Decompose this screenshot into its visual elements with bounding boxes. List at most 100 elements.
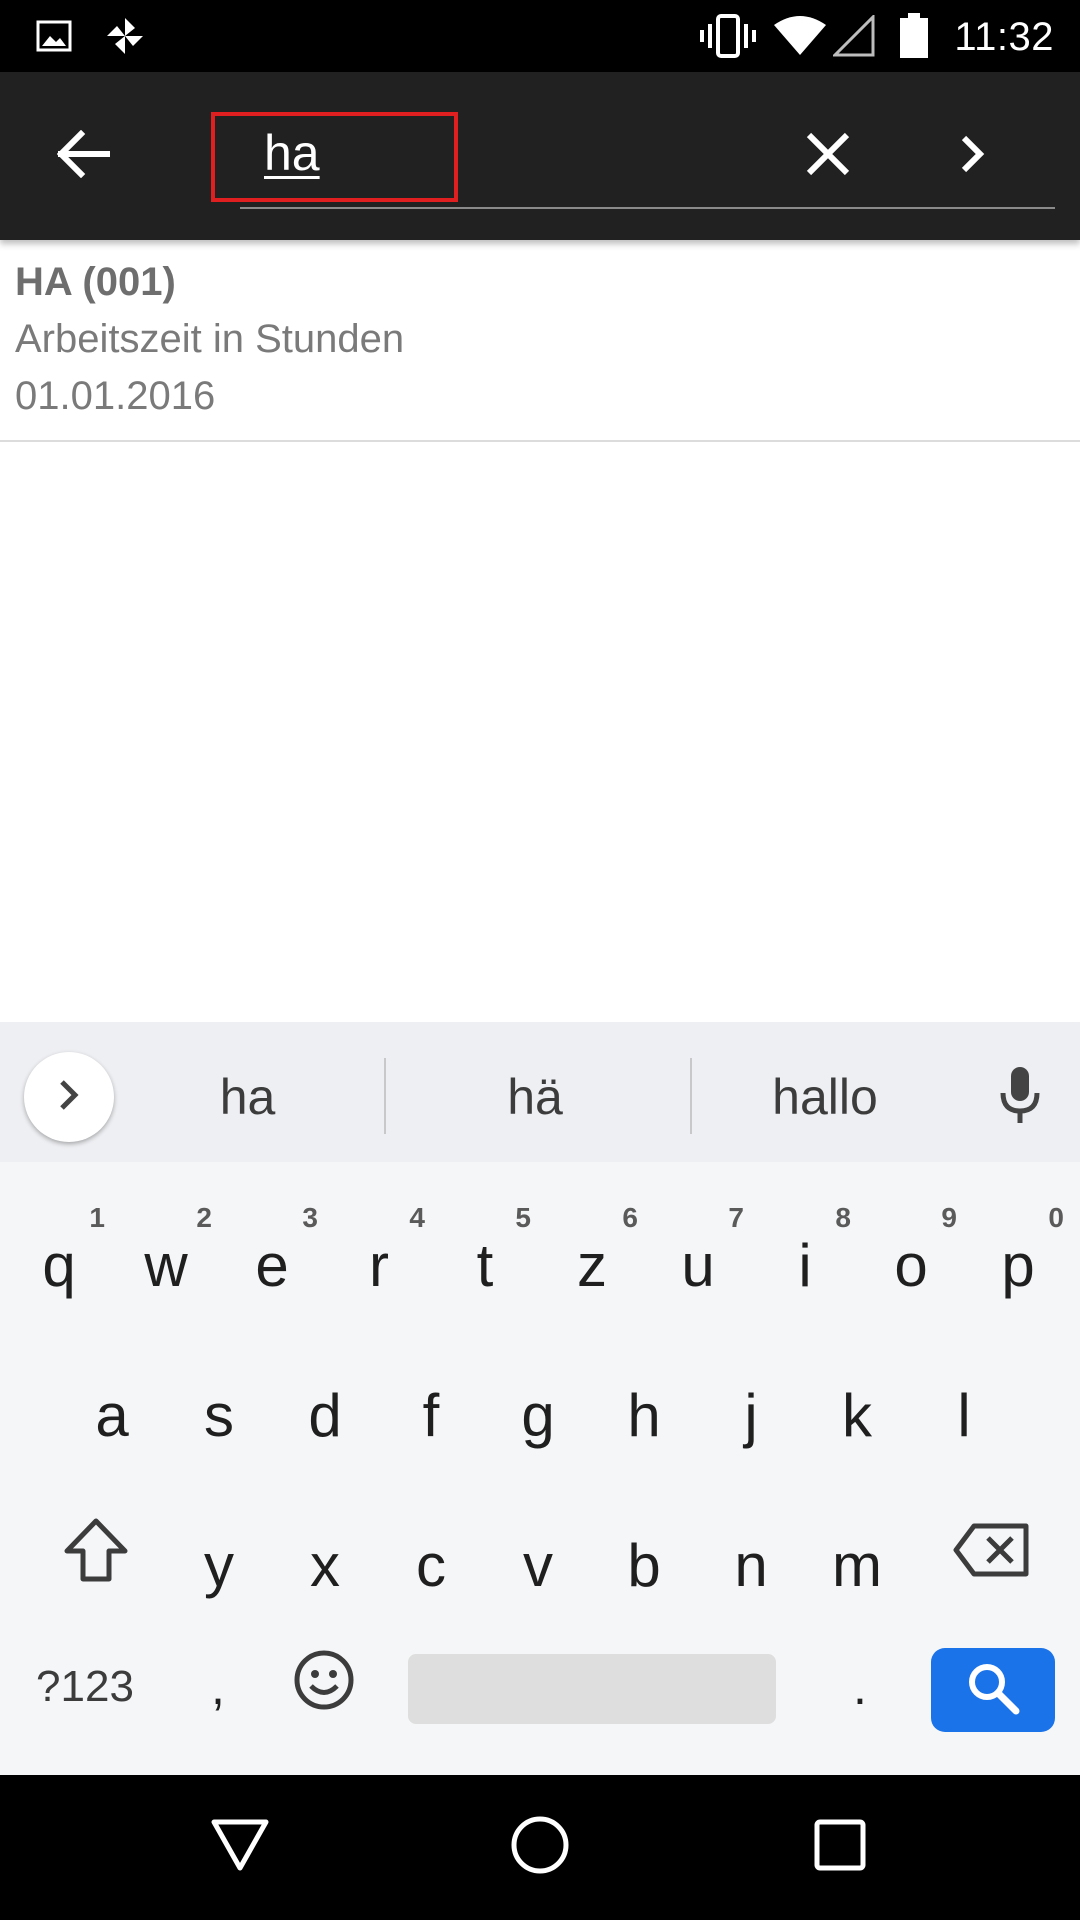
search-highlight-box — [211, 112, 458, 202]
key-char: g — [521, 1381, 555, 1449]
key-char: , — [211, 1659, 225, 1715]
emoji-key[interactable] — [274, 1622, 374, 1752]
space-key[interactable] — [408, 1654, 776, 1724]
key-t[interactable]: 5t — [435, 1192, 535, 1322]
key-hint: 4 — [409, 1202, 425, 1233]
key-char: y — [204, 1531, 234, 1599]
status-time: 11:32 — [954, 15, 1054, 59]
search-icon — [965, 1660, 1021, 1721]
shift-key[interactable] — [36, 1492, 156, 1622]
key-hint: 3 — [302, 1202, 318, 1233]
key-v[interactable]: v — [488, 1492, 588, 1622]
key-char: a — [95, 1381, 129, 1449]
key-char: f — [422, 1381, 440, 1449]
key-hint: 6 — [622, 1202, 638, 1233]
navigation-bar — [0, 1775, 1080, 1920]
symbols-key[interactable]: ?123 — [20, 1622, 150, 1752]
key-l[interactable]: l — [914, 1342, 1014, 1472]
next-button[interactable] — [912, 72, 1032, 240]
key-q[interactable]: 1q — [9, 1192, 109, 1322]
list-item[interactable]: HA (001) Arbeitszeit in Stunden 01.01.20… — [0, 240, 1080, 442]
key-y[interactable]: y — [169, 1492, 269, 1622]
search-action-key[interactable] — [931, 1648, 1055, 1732]
key-char: s — [204, 1381, 234, 1449]
key-x[interactable]: x — [275, 1492, 375, 1622]
suggestion-2[interactable]: hä — [420, 1052, 650, 1142]
cell-signal-icon — [832, 0, 876, 72]
wifi-icon — [772, 0, 828, 72]
result-title: HA (001) — [15, 260, 176, 304]
backspace-icon — [952, 1522, 1032, 1592]
key-char: i — [798, 1231, 812, 1299]
backspace-key[interactable] — [932, 1492, 1052, 1622]
key-hint: 1 — [89, 1202, 105, 1233]
key-b[interactable]: b — [594, 1492, 694, 1622]
key-hint: 5 — [515, 1202, 531, 1233]
key-s[interactable]: s — [169, 1342, 269, 1472]
key-h[interactable]: h — [594, 1342, 694, 1472]
key-char: n — [734, 1531, 768, 1599]
key-u[interactable]: 7u — [648, 1192, 748, 1322]
key-char: e — [255, 1231, 289, 1299]
result-date: 01.01.2016 — [15, 374, 216, 418]
key-a[interactable]: a — [62, 1342, 162, 1472]
vibrate-icon — [698, 0, 758, 72]
key-r[interactable]: 4r — [329, 1192, 429, 1322]
key-char: l — [957, 1381, 971, 1449]
smiley-icon — [293, 1649, 355, 1725]
key-char: c — [416, 1531, 446, 1599]
key-hint: 8 — [835, 1202, 851, 1233]
key-f[interactable]: f — [381, 1342, 481, 1472]
key-n[interactable]: n — [701, 1492, 801, 1622]
key-char: . — [853, 1659, 867, 1715]
key-hint: 9 — [941, 1202, 957, 1233]
key-j[interactable]: j — [701, 1342, 801, 1472]
microphone-icon — [998, 1065, 1042, 1130]
period-key[interactable]: . — [810, 1622, 910, 1752]
shift-arrow-icon — [61, 1517, 131, 1597]
expand-toolbar-button[interactable] — [24, 1052, 114, 1142]
result-subtitle: Arbeitszeit in Stunden — [15, 317, 405, 361]
back-arrow-icon — [56, 129, 111, 183]
key-char: w — [144, 1231, 188, 1299]
chevron-right-icon — [58, 1078, 80, 1117]
key-char: j — [744, 1381, 758, 1449]
key-i[interactable]: 8i — [755, 1192, 855, 1322]
key-d[interactable]: d — [275, 1342, 375, 1472]
key-z[interactable]: 6z — [542, 1192, 642, 1322]
suggestion-strip: ha hä hallo — [0, 1022, 1080, 1162]
key-char: v — [523, 1531, 553, 1599]
comma-key[interactable]: , — [168, 1622, 268, 1752]
key-char: p — [1001, 1231, 1035, 1299]
key-char: k — [842, 1381, 872, 1449]
key-k[interactable]: k — [807, 1342, 907, 1472]
key-m[interactable]: m — [807, 1492, 907, 1622]
nav-back-button[interactable] — [160, 1775, 320, 1920]
suggestion-3[interactable]: hallo — [720, 1052, 930, 1142]
image-icon — [34, 0, 74, 72]
pinwheel-icon — [102, 0, 148, 72]
key-c[interactable]: c — [381, 1492, 481, 1622]
key-char: t — [476, 1231, 494, 1299]
status-bar: 11:32 — [0, 0, 1080, 72]
key-e[interactable]: 3e — [222, 1192, 322, 1322]
key-o[interactable]: 9o — [861, 1192, 961, 1322]
recents-square-icon — [813, 1818, 867, 1877]
soft-keyboard: ha hä hallo 1q 2w 3e 4r 5t 6z 7u 8i 9o 0… — [0, 1022, 1080, 1775]
key-char: b — [627, 1531, 661, 1599]
nav-recents-button[interactable] — [760, 1775, 920, 1920]
key-p[interactable]: 0p — [968, 1192, 1068, 1322]
key-g[interactable]: g — [488, 1342, 588, 1472]
key-w[interactable]: 2w — [116, 1192, 216, 1322]
back-button[interactable] — [24, 72, 144, 240]
voice-input-button[interactable] — [980, 1052, 1060, 1142]
chevron-right-icon — [958, 134, 986, 179]
home-circle-icon — [510, 1815, 570, 1880]
clear-search-button[interactable] — [768, 72, 888, 240]
key-hint: 0 — [1048, 1202, 1064, 1233]
suggestion-1[interactable]: ha — [140, 1052, 355, 1142]
key-char: x — [310, 1531, 340, 1599]
key-char: r — [369, 1231, 389, 1299]
battery-icon — [896, 0, 932, 72]
nav-home-button[interactable] — [460, 1775, 620, 1920]
